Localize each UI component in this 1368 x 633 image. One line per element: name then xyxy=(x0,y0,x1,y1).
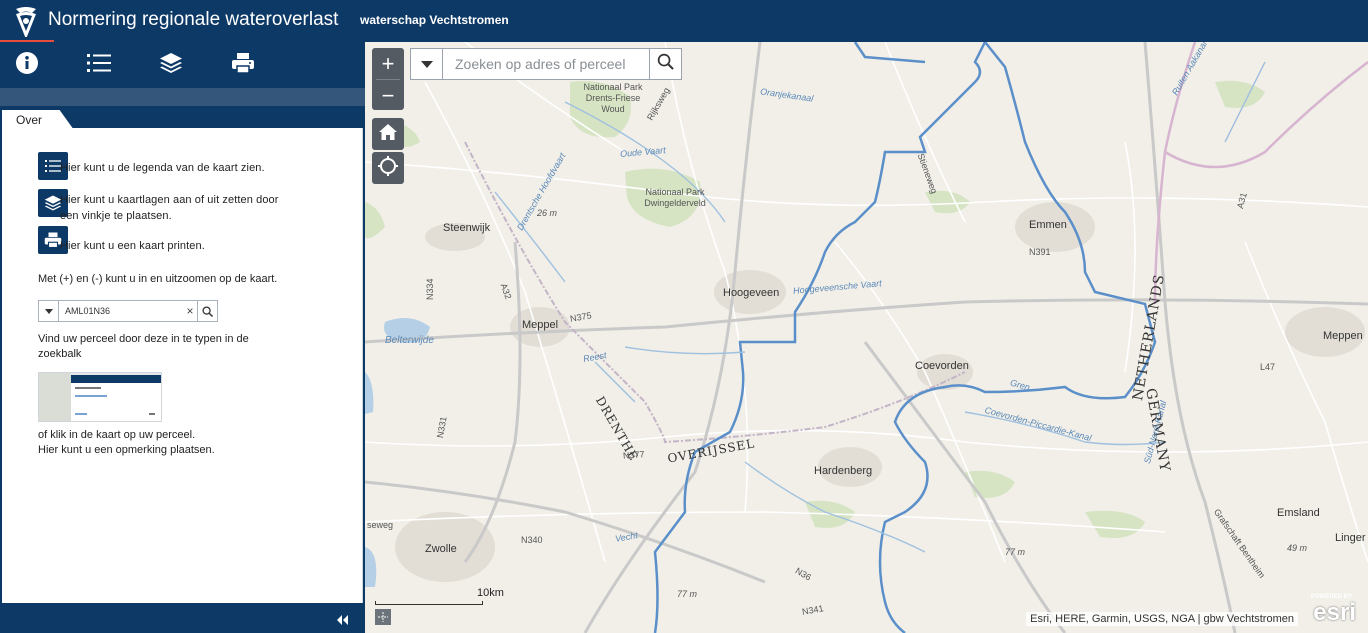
app-title: Normering regionale wateroverlast xyxy=(48,9,339,30)
map-search-box xyxy=(410,48,682,80)
legend-row-text: Hier kunt u een kaart printen. xyxy=(60,240,205,252)
side-panel: Over Hier kunt u de legenda van de kaart… xyxy=(0,42,365,633)
map-label-belterwijde: Belterwijde xyxy=(385,335,434,346)
app: Normering regionale wateroverlast waters… xyxy=(0,0,1368,633)
panel-tabbar: Over xyxy=(0,106,365,130)
chevron-down-icon xyxy=(420,55,433,73)
map-label-hardenberg: Hardenberg xyxy=(814,465,873,477)
map-label-park-dwingelderveld: Nationaal Park Dwingelderveld xyxy=(644,187,706,208)
zoom-out-button[interactable]: − xyxy=(372,80,404,111)
double-chevron-left-icon xyxy=(335,613,349,630)
esri-wordmark: esri xyxy=(1313,599,1356,626)
road-label-n340: N340 xyxy=(521,535,543,545)
info-button[interactable] xyxy=(11,50,43,80)
scale-bar-line xyxy=(375,601,483,605)
printer-icon xyxy=(231,51,255,80)
clear-icon: × xyxy=(186,304,194,318)
panel-content: Hier kunt u de legenda van de kaart zien… xyxy=(2,128,363,603)
map-label-zwolle: Zwolle xyxy=(425,543,457,555)
road-label-n391: N391 xyxy=(1029,247,1051,257)
collapse-panel-button[interactable] xyxy=(335,613,349,625)
example-search-value: AML01N36 xyxy=(65,306,111,316)
search-icon xyxy=(657,53,674,75)
toolbar-strip xyxy=(0,88,365,106)
map-label-emmen: Emmen xyxy=(1029,219,1067,231)
basemap xyxy=(365,42,1368,633)
click-parcel-text: of klik in de kaart op uw perceel. xyxy=(38,429,196,441)
elevation-label: 77 m xyxy=(677,589,698,599)
home-icon xyxy=(378,123,398,146)
example-search-box: AML01N36 × xyxy=(38,300,218,322)
layers-button[interactable] xyxy=(155,50,187,80)
example-popup-image xyxy=(38,372,162,422)
map-label-meppen: Meppen xyxy=(1323,330,1363,342)
home-button[interactable] xyxy=(372,118,404,150)
road-label-n377: N377 xyxy=(622,449,645,461)
list-icon xyxy=(86,51,112,80)
scale-bar-label: 10km xyxy=(477,587,504,599)
map-label-park-drents-friese-woud: Nationaal Park Drents-Friese Woud xyxy=(583,82,643,114)
road-label-seweg: seweg xyxy=(367,520,394,530)
search-button[interactable] xyxy=(649,49,681,79)
road-label-n334: N334 xyxy=(425,278,435,300)
map-label-coevorden: Coevorden xyxy=(915,360,969,372)
legend-row-text: Hier kunt u de legenda van de kaart zien… xyxy=(60,162,265,174)
elevation-label: 77 m xyxy=(1005,547,1026,557)
elevation-label: 49 m xyxy=(1287,543,1308,553)
find-parcel-text: Vind uw perceel door deze in te typen in… xyxy=(38,333,249,360)
zoom-control: + − xyxy=(372,48,404,110)
legend-row-text: Hier kunt u kaartlagen aan of uit zetten… xyxy=(60,194,279,222)
search-input[interactable] xyxy=(443,49,649,79)
elevation-label: 26 m xyxy=(537,208,558,218)
map-view[interactable]: Nationaal Park Drents-Friese Woud Nation… xyxy=(365,42,1368,633)
search-source-dropdown[interactable] xyxy=(411,49,443,79)
map-label-meppel: Meppel xyxy=(522,319,559,331)
map-label-emsland: Emsland xyxy=(1277,507,1320,519)
locate-button[interactable] xyxy=(372,152,404,184)
crosshair-icon xyxy=(375,609,391,625)
app-subtitle: waterschap Vechtstromen xyxy=(360,13,509,27)
crosshair-icon xyxy=(377,155,399,182)
remark-text: Hier kunt u een opmerking plaatsen. xyxy=(38,444,215,456)
waterschap-logo-icon xyxy=(12,5,40,40)
panel-footer xyxy=(0,603,365,633)
zoom-in-button[interactable]: + xyxy=(372,48,404,79)
map-attribution: Esri, HERE, Garmin, USGS, NGA | gbw Vech… xyxy=(1026,612,1298,626)
chevron-down-icon xyxy=(39,301,59,321)
legend-button[interactable] xyxy=(83,50,115,80)
map-label-lingen: Linger xyxy=(1335,532,1366,544)
info-icon xyxy=(15,51,39,80)
tab-over[interactable]: Over xyxy=(2,110,74,130)
map-label-hoogeveen: Hoogeveen xyxy=(723,287,780,299)
layers-icon xyxy=(159,51,183,80)
map-label-steenwijk: Steenwijk xyxy=(443,222,491,234)
search-icon xyxy=(197,301,217,321)
road-label-l47: L47 xyxy=(1260,362,1276,372)
esri-logo: POWERED BY esri xyxy=(1298,594,1358,626)
panel-toolbar xyxy=(0,42,365,88)
app-header: Normering regionale wateroverlast waters… xyxy=(0,0,1368,42)
print-button[interactable] xyxy=(227,50,259,80)
zoom-info-text: Met (+) en (-) kunt u in en uitzoomen op… xyxy=(38,273,278,285)
